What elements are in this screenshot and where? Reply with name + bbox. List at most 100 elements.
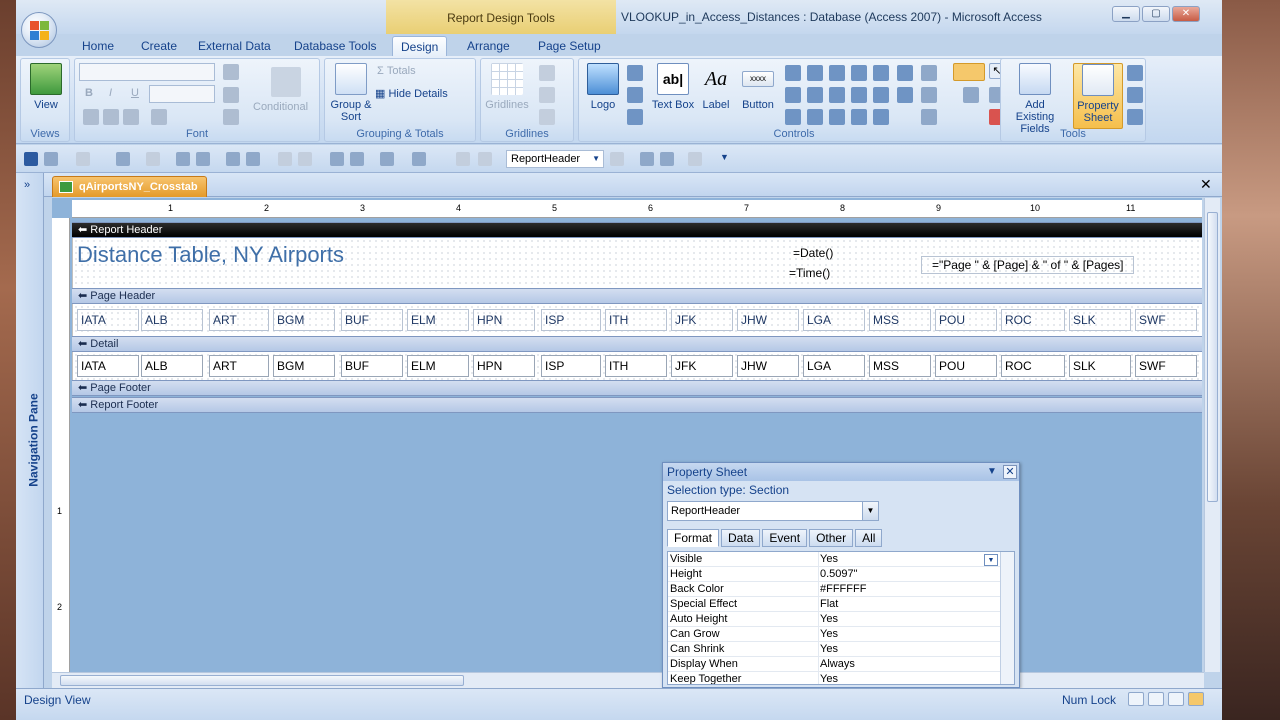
align-left-icon[interactable]: [176, 152, 190, 166]
convert-macros-icon[interactable]: [1127, 109, 1143, 125]
tab-design[interactable]: Design: [392, 36, 448, 56]
tab-control-icon[interactable]: [785, 65, 801, 81]
line-type-dropdown[interactable]: [953, 63, 985, 81]
minimize-button[interactable]: ▁: [1112, 6, 1140, 22]
layout-icon[interactable]: [412, 152, 426, 166]
ungroup-icon[interactable]: [478, 152, 492, 166]
property-value[interactable]: Yes: [820, 612, 838, 627]
report-title-label[interactable]: Distance Table, NY Airports: [77, 242, 344, 268]
property-icon[interactable]: [610, 152, 624, 166]
property-sheet-button[interactable]: Property Sheet: [1073, 63, 1123, 129]
detail-textbox[interactable]: LGA: [803, 355, 865, 377]
hyperlink-icon[interactable]: [873, 87, 889, 103]
print-preview-icon[interactable]: [1148, 692, 1164, 706]
fields-icon[interactable]: [640, 152, 654, 166]
property-row[interactable]: Visible Yes: [668, 552, 1000, 567]
report-view-icon[interactable]: [1128, 692, 1144, 706]
font-size-combo[interactable]: [149, 85, 215, 103]
text-box-button[interactable]: ab| Text Box: [649, 63, 697, 111]
tab-arrange[interactable]: Arrange: [459, 36, 518, 56]
tab-order-icon[interactable]: [146, 152, 160, 166]
undo-icon[interactable]: [44, 152, 58, 166]
property-value[interactable]: Yes: [820, 672, 838, 684]
bring-front-icon[interactable]: [278, 152, 292, 166]
column-header-label[interactable]: SWF: [1135, 309, 1197, 331]
detail-textbox[interactable]: BUF: [341, 355, 403, 377]
maximize-button[interactable]: ▢: [1142, 6, 1170, 22]
property-grid-scrollbar[interactable]: [1000, 552, 1014, 684]
section-bar-report-footer[interactable]: ⬅ Report Footer: [72, 397, 1202, 413]
bold-button[interactable]: B: [85, 87, 93, 99]
fill-color-icon[interactable]: [223, 87, 239, 103]
tab-database-tools[interactable]: Database Tools: [286, 36, 385, 56]
section-bar-report-header[interactable]: ⬅ Report Header: [72, 222, 1202, 238]
logo-button[interactable]: Logo: [579, 63, 627, 111]
group-sort-button[interactable]: Group & Sort: [327, 63, 375, 123]
column-header-label[interactable]: MSS: [869, 309, 931, 331]
office-button[interactable]: [21, 12, 57, 48]
title-icon[interactable]: [627, 87, 643, 103]
property-row[interactable]: Display When Always: [668, 657, 1000, 672]
conditional-button[interactable]: Conditional: [253, 101, 308, 113]
detail-textbox[interactable]: HPN: [473, 355, 535, 377]
subreport-icon[interactable]: [873, 65, 889, 81]
property-row[interactable]: Special Effect Flat: [668, 597, 1000, 612]
navigation-pane[interactable]: » Navigation Pane: [16, 173, 44, 688]
line-style-icon[interactable]: [539, 87, 555, 103]
insert-page-break-icon[interactable]: [829, 65, 845, 81]
property-row[interactable]: Keep Together Yes: [668, 672, 1000, 684]
totals-button[interactable]: Σ Totals: [377, 65, 416, 77]
tab-page-setup[interactable]: Page Setup: [530, 36, 609, 56]
detail-textbox[interactable]: ART: [209, 355, 269, 377]
tab-data[interactable]: Data: [721, 529, 761, 547]
section-bar-page-footer[interactable]: ⬅ Page Footer: [72, 380, 1202, 396]
chevron-down-icon[interactable]: ▼: [984, 554, 998, 566]
detail-textbox[interactable]: SLK: [1069, 355, 1131, 377]
image-icon[interactable]: [851, 109, 867, 125]
italic-button[interactable]: I: [109, 87, 112, 99]
property-value[interactable]: #FFFFFF: [820, 582, 866, 597]
bound-object-icon[interactable]: [897, 65, 913, 81]
list-box-icon[interactable]: [785, 87, 801, 103]
column-header-label[interactable]: ITH: [605, 309, 667, 331]
section-bar-page-header[interactable]: ⬅ Page Header: [72, 288, 1202, 304]
rectangle-icon[interactable]: [807, 87, 823, 103]
redo-icon[interactable]: [76, 152, 90, 166]
tab-external-data[interactable]: External Data: [190, 36, 279, 56]
object-selector-combo[interactable]: ReportHeader ▼: [506, 150, 604, 168]
column-header-label[interactable]: LGA: [803, 309, 865, 331]
column-header-label[interactable]: ELM: [407, 309, 469, 331]
property-value[interactable]: Yes: [820, 642, 838, 657]
column-header-label[interactable]: ART: [209, 309, 269, 331]
scroll-thumb[interactable]: [1207, 212, 1218, 502]
scroll-thumb[interactable]: [60, 675, 464, 686]
grid-icon[interactable]: [380, 152, 394, 166]
close-document-icon[interactable]: ✕: [1200, 176, 1212, 193]
send-back-icon[interactable]: [298, 152, 312, 166]
property-value[interactable]: 0.5097": [820, 567, 858, 582]
line-color-icon[interactable]: [921, 109, 937, 125]
view-button[interactable]: View: [22, 63, 70, 111]
gridlines-button[interactable]: Gridlines: [483, 63, 531, 111]
tab-other[interactable]: Other: [809, 529, 854, 547]
align-bottom-icon[interactable]: [246, 152, 260, 166]
align-left-icon[interactable]: [83, 109, 99, 125]
chevron-down-icon[interactable]: ▼: [862, 502, 878, 520]
font-name-combo[interactable]: [79, 63, 215, 81]
time-textbox[interactable]: =Time(): [789, 266, 830, 280]
detail-textbox[interactable]: ELM: [407, 355, 469, 377]
page-number-textbox[interactable]: ="Page " & [Page] & " of " & [Pages]: [921, 256, 1135, 274]
line-icon[interactable]: [807, 65, 823, 81]
option-button-icon[interactable]: [829, 109, 845, 125]
detail-section[interactable]: IATA ALB ART BGM BUF ELM HPN ISP ITH JFK JHW LGA MSS…: [72, 352, 1202, 380]
tab-event[interactable]: Event: [762, 529, 808, 547]
code-icon[interactable]: [1127, 65, 1143, 81]
button-button[interactable]: xxxx Button: [734, 63, 782, 111]
toggle-button-icon[interactable]: [807, 109, 823, 125]
column-header-label[interactable]: BUF: [341, 309, 403, 331]
column-header-label[interactable]: POU: [935, 309, 997, 331]
subreport-window-icon[interactable]: [1127, 87, 1143, 103]
group-icon[interactable]: [456, 152, 470, 166]
layout-view-icon[interactable]: [1168, 692, 1184, 706]
attachment-icon[interactable]: [873, 109, 889, 125]
